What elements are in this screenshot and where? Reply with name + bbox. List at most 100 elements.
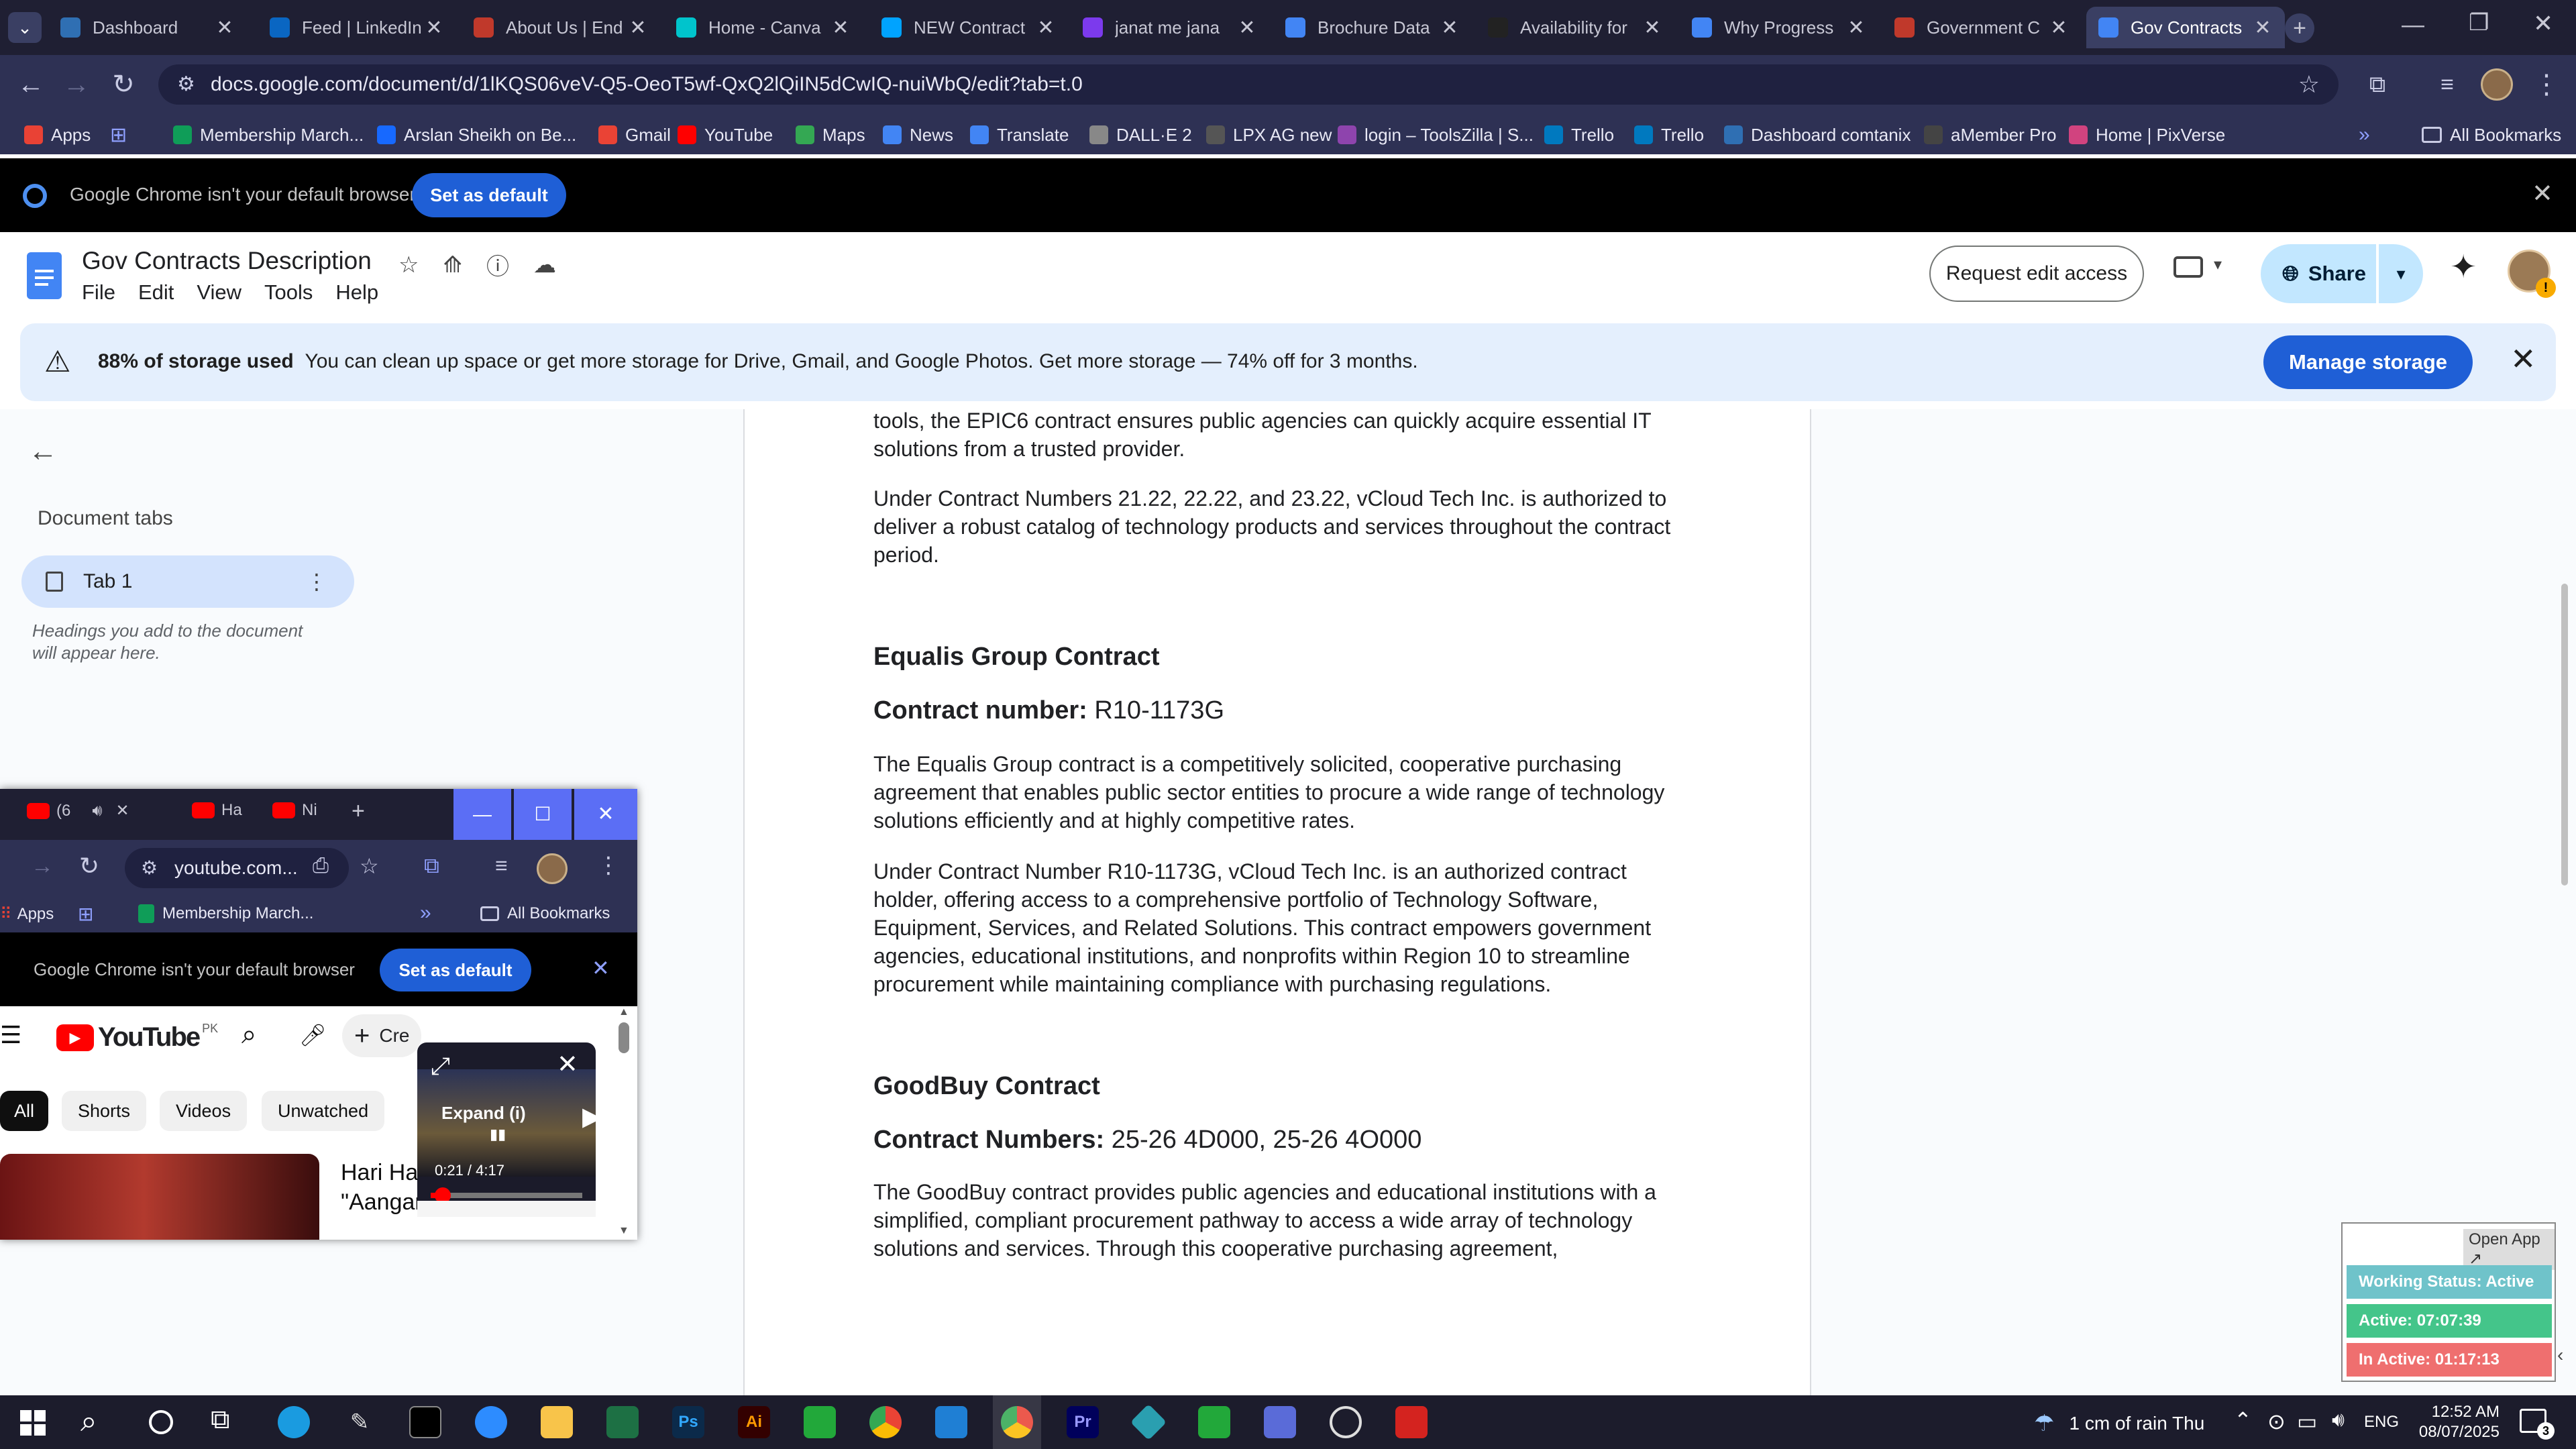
bookmark-star-icon[interactable]: ☆ [2298,64,2320,105]
file-explorer-icon[interactable] [541,1406,573,1438]
close-tab-icon[interactable]: ✕ [1642,16,1662,40]
youtube-logo[interactable]: ▶ YouTube PK [56,1022,218,1053]
back-button[interactable]: ← [13,67,48,102]
chip-videos[interactable]: Videos [160,1091,248,1131]
chip-shorts[interactable]: Shorts [62,1091,147,1131]
calculator-icon[interactable] [1264,1406,1296,1438]
yt-new-tab-button[interactable]: + [352,798,365,824]
yt-search-icon[interactable]: ⌕ [241,1020,256,1050]
bookmark-item[interactable]: Dashboard comtanix [1724,123,1911,146]
mini-next-icon[interactable]: ▶ [582,1102,596,1132]
network-icon[interactable]: ▭ [2297,1409,2317,1434]
dismiss-storage-icon[interactable]: ✕ [2510,341,2536,377]
yt-create-button[interactable]: + Cre [342,1014,422,1057]
bookmarks-overflow-icon[interactable]: » [2359,123,2370,146]
bookmark-item[interactable]: Trello [1544,123,1614,146]
close-tab-icon[interactable]: ✕ [1036,16,1056,40]
illustrator-icon[interactable]: Ai [738,1406,770,1438]
tab-groups-icon[interactable]: ⊞ [110,123,127,146]
yt-set-default-button[interactable]: Set as default [380,949,531,991]
extensions-icon[interactable]: ⧉ [2360,67,2395,102]
meet-video-icon[interactable] [2174,256,2203,278]
close-tab-icon[interactable]: ✕ [424,16,444,40]
yt-minimize-button[interactable]: — [453,789,511,840]
gemini-spark-icon[interactable]: ✦ [2450,248,2477,286]
close-tab-icon[interactable]: ✕ [115,801,129,820]
menu-tools[interactable]: Tools [264,280,313,305]
menu-view[interactable]: View [197,280,241,305]
terminal-icon[interactable] [409,1406,441,1438]
browser-tab[interactable]: Why Progress ✕ [1680,7,1878,48]
menu-edit[interactable]: Edit [138,280,174,305]
reload-button[interactable]: ↻ [106,67,141,102]
vscode-icon[interactable] [935,1406,967,1438]
yt-profile-avatar[interactable] [537,853,568,884]
bookmark-item[interactable]: DALL·E 2 [1089,123,1192,146]
chrome-menu-icon[interactable]: ⋮ [2529,67,2564,102]
document-tab-item[interactable]: Tab 1 ⋮ [21,555,354,608]
move-to-drive-icon[interactable]: ⟰ [443,252,462,278]
volume-icon[interactable]: 🔊︎ [2332,1409,2345,1432]
mini-progress-track[interactable] [431,1193,582,1198]
browser-tab[interactable]: Dashboard ✕ [48,7,247,48]
yt-all-bookmarks[interactable]: All Bookmarks [480,904,610,923]
yt-bm-apps[interactable]: ⠿ Apps [0,904,54,924]
document-title[interactable]: Gov Contracts Description [82,247,372,275]
yt-grid-icon[interactable]: ⊞ [78,903,93,925]
document-scrollbar-thumb[interactable] [2561,584,2568,885]
close-tab-icon[interactable]: ✕ [1846,16,1866,40]
excel-icon[interactable] [606,1406,639,1438]
browser-tab[interactable]: Government C ✕ [1882,7,2081,48]
bookmark-item[interactable]: YouTube [678,123,773,146]
yt-star-icon[interactable]: ☆ [360,853,379,879]
bookmark-item[interactable]: Membership March... [173,123,364,146]
bookmark-item[interactable]: aMember Pro [1924,123,2057,146]
hamburger-menu-icon[interactable]: ☰ [0,1021,21,1049]
green-app-icon[interactable] [804,1406,836,1438]
cloud-status-icon[interactable]: ☁ [533,252,556,278]
bookmark-item[interactable]: login – ToolsZilla | S... [1338,123,1534,146]
mini-pause-icon[interactable]: ▮▮ [490,1126,506,1143]
bookmark-item[interactable]: Home | PixVerse [2069,123,2225,146]
premiere-icon[interactable]: Pr [1067,1406,1099,1438]
edge-icon[interactable] [278,1406,310,1438]
tray-chevron-icon[interactable]: ⌃ [2234,1407,2252,1433]
profile-avatar[interactable] [2481,68,2513,101]
request-edit-access-button[interactable]: Request edit access [1929,246,2144,302]
open-app-link[interactable]: Open App ↗ [2463,1229,2555,1270]
mini-close-icon[interactable]: ✕ [557,1049,578,1079]
browser-tab[interactable]: Availability for ✕ [1476,7,1674,48]
tab-options-icon[interactable]: ⋮ [306,569,327,594]
minimize-button[interactable]: — [2402,12,2424,38]
pen-icon[interactable]: ✎ [343,1406,376,1438]
yt-forward-button[interactable]: → [31,853,54,879]
meet-dropdown-icon[interactable]: ▾ [2214,255,2222,274]
taskbar-search-icon[interactable]: ⌕ [80,1405,97,1438]
bookmark-item[interactable]: News [883,123,953,146]
set-default-button[interactable]: Set as default [412,173,566,217]
yt-bm-overflow-icon[interactable]: » [420,902,431,924]
details-info-icon[interactable]: ⓘ [486,248,509,281]
yt-tab-1[interactable]: (6 🔊︎ ✕ [27,801,129,820]
media-player-icon[interactable] [1330,1406,1362,1438]
bookmark-item[interactable]: Maps [796,123,865,146]
yt-install-icon[interactable]: ⎙ [313,855,329,877]
green-app-2-icon[interactable] [1198,1406,1230,1438]
yt-close-button[interactable]: ✕ [574,789,637,840]
browser-tab[interactable]: NEW Contract ✕ [869,7,1068,48]
close-tab-icon[interactable]: ✕ [215,16,235,40]
menu-file[interactable]: File [82,280,115,305]
chip-all[interactable]: All [0,1091,48,1131]
yt-close-infobar-icon[interactable]: ✕ [592,955,610,981]
share-dropdown-button[interactable]: ▾ [2379,244,2423,303]
tray-app-icon[interactable]: ⊙ [2267,1409,2286,1434]
browser-tab[interactable]: Gov Contracts ✕ [2086,7,2285,48]
bookmark-item[interactable]: Trello [1634,123,1704,146]
share-button[interactable]: 🌐︎ Share [2261,244,2376,303]
yt-site-info-icon[interactable]: ⚙ [141,848,158,888]
manage-storage-button[interactable]: Manage storage [2263,335,2473,389]
chrome-taskbar-icon[interactable] [869,1406,902,1438]
acrobat-icon[interactable] [1395,1406,1428,1438]
bookmark-item[interactable]: LPX AG new [1206,123,1332,146]
menu-help[interactable]: Help [335,280,378,305]
